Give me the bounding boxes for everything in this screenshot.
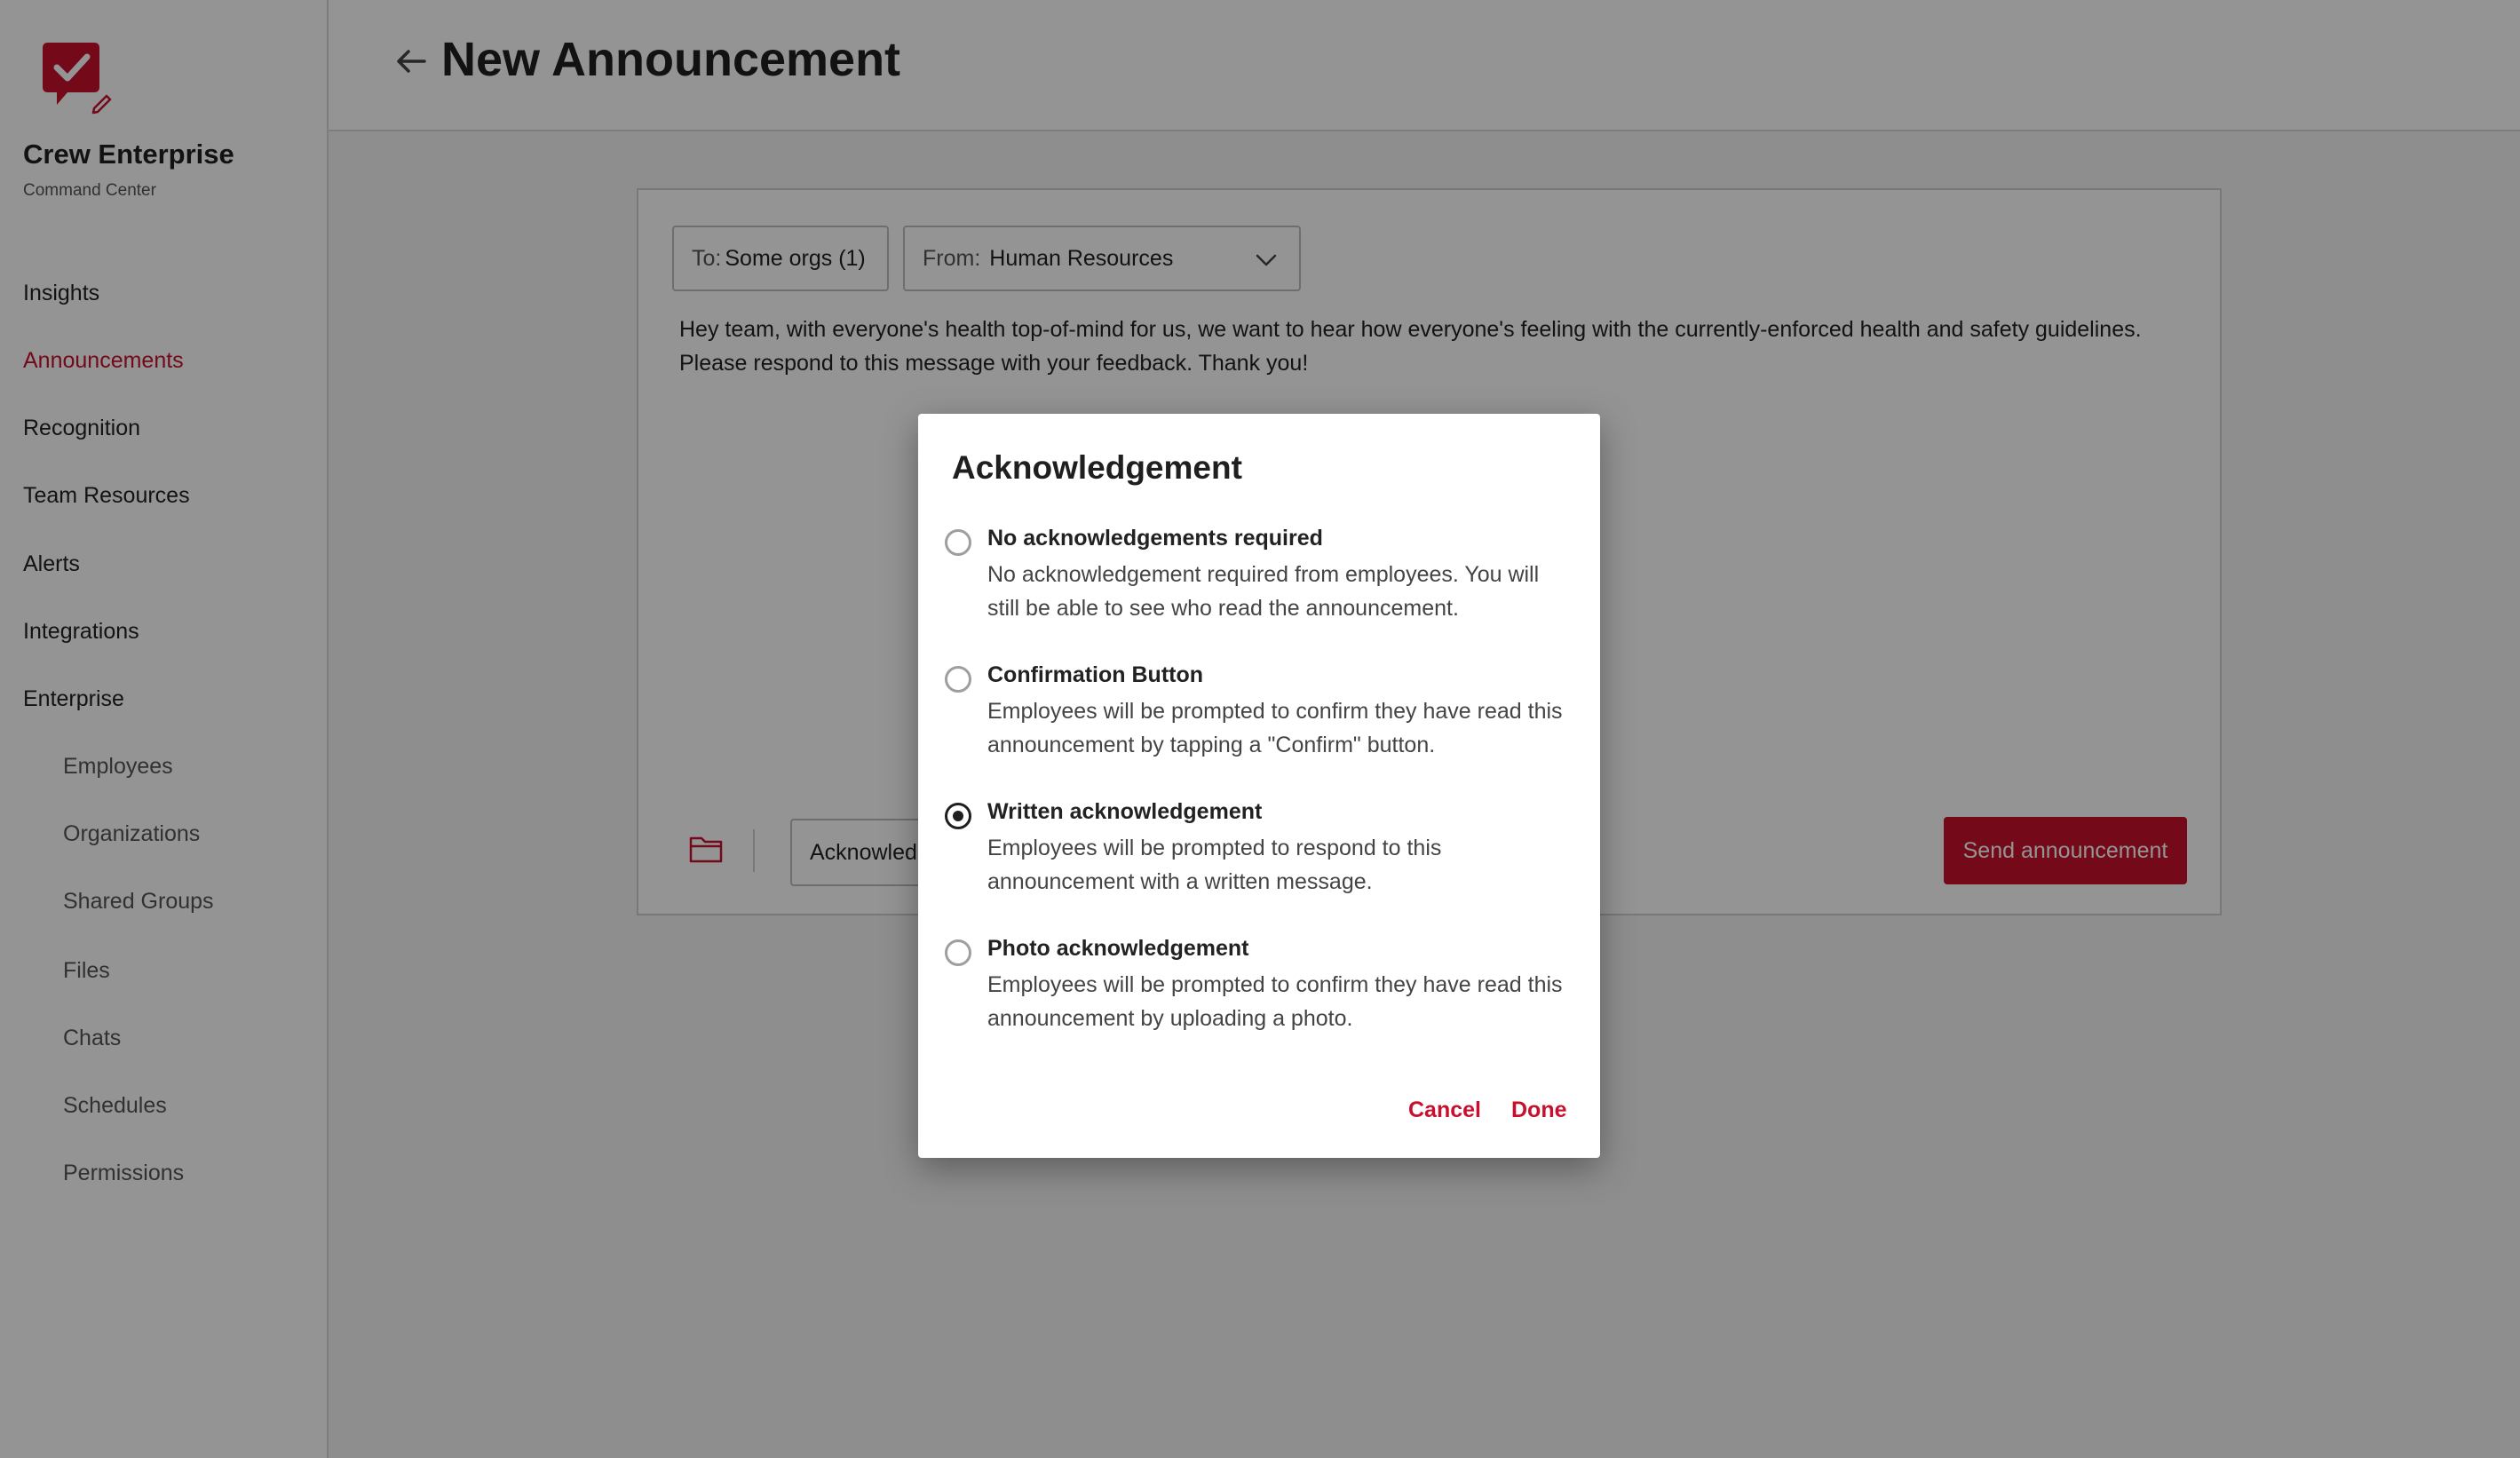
radio-button-selected[interactable] — [945, 803, 971, 829]
dialog-title: Acknowledgement — [952, 449, 1242, 486]
radio-button[interactable] — [945, 666, 971, 693]
option-title: No acknowledgements required — [987, 526, 1323, 551]
option-description: Employees will be prompted to confirm th… — [987, 972, 1563, 1031]
acknowledgement-dialog: Acknowledgement No acknowledgements requ… — [918, 414, 1600, 1158]
option-description: Employees will be prompted to confirm th… — [987, 699, 1563, 757]
radio-button[interactable] — [945, 939, 971, 966]
option-description: Employees will be prompted to respond to… — [987, 836, 1442, 894]
cancel-button[interactable]: Cancel — [1408, 1097, 1481, 1123]
option-title: Written acknowledgement — [987, 799, 1263, 824]
option-title: Photo acknowledgement — [987, 936, 1249, 961]
radio-button[interactable] — [945, 529, 971, 556]
option-title: Confirmation Button — [987, 662, 1204, 687]
option-description: No acknowledgement required from employe… — [987, 562, 1540, 621]
done-button[interactable]: Done — [1511, 1097, 1567, 1123]
